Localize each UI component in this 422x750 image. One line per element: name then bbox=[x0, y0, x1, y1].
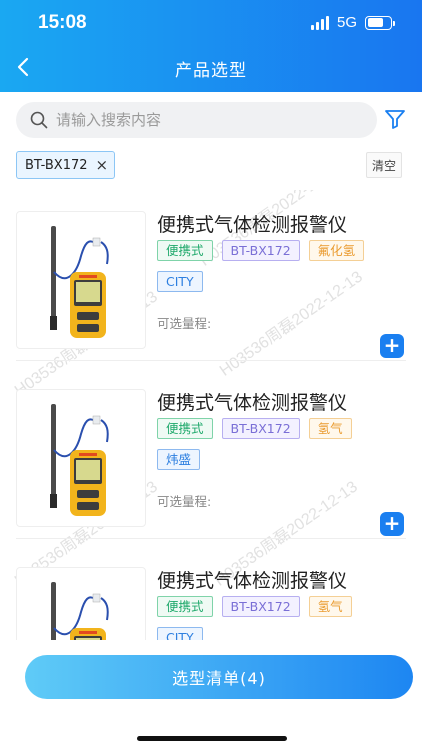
signal-icon bbox=[310, 15, 329, 30]
product-card[interactable]: 便携式气体检测报警仪 便携式 BT-BX172 氟化氢 CITY 可选量程: + bbox=[16, 198, 406, 368]
battery-icon bbox=[365, 15, 395, 30]
product-tag: BT-BX172 bbox=[221, 596, 300, 617]
product-tag: 氟化氢 bbox=[308, 240, 365, 261]
selection-list-button[interactable]: 选型清单(4) bbox=[25, 655, 413, 699]
app-header: 15:08 5G 产品选型 bbox=[0, 0, 422, 92]
gas-detector-image bbox=[50, 404, 109, 516]
card-divider bbox=[16, 360, 406, 361]
product-tag: 氢气 bbox=[308, 596, 352, 617]
card-divider bbox=[16, 538, 406, 539]
product-tag: 氢气 bbox=[308, 418, 352, 439]
clear-button[interactable]: 清空 bbox=[366, 152, 402, 178]
search-icon bbox=[30, 111, 48, 129]
product-title: 便携式气体检测报警仪 bbox=[157, 392, 348, 414]
range-label: 可选量程: bbox=[157, 494, 212, 509]
product-tags: 便携式 BT-BX172 氟化氢 CITY bbox=[157, 240, 387, 292]
status-bar: 15:08 5G bbox=[0, 0, 422, 46]
product-card[interactable]: 便携式气体检测报警仪 便携式 BT-BX172 氢气炜盛 可选量程: + bbox=[16, 376, 406, 546]
product-tag: 便携式 bbox=[157, 240, 213, 261]
home-indicator bbox=[137, 736, 287, 741]
product-list: H03536周磊2022-12-13 H03536周磊2022-12-13 H0… bbox=[0, 190, 422, 650]
filter-icon[interactable] bbox=[383, 107, 407, 131]
network-type: 5G bbox=[336, 14, 357, 31]
product-tag: 便携式 bbox=[157, 418, 213, 439]
search-input[interactable] bbox=[56, 102, 356, 138]
bottom-bar: 选型清单(4) bbox=[0, 640, 422, 750]
product-tags: 便携式 BT-BX172 氢气炜盛 bbox=[157, 418, 387, 470]
page-title: 产品选型 bbox=[175, 61, 247, 81]
gas-detector-image bbox=[50, 226, 109, 338]
product-image bbox=[16, 389, 146, 527]
product-image bbox=[16, 211, 146, 349]
product-tag: BT-BX172 bbox=[221, 240, 300, 261]
filter-chip-label: BT-BX172 bbox=[25, 157, 88, 173]
search-bar[interactable] bbox=[16, 102, 377, 138]
range-label: 可选量程: bbox=[157, 316, 212, 331]
product-card[interactable]: 便携式气体检测报警仪 便携式BT-BX172氢气CITY 可选量程: + bbox=[16, 554, 406, 650]
status-indicators: 5G bbox=[310, 14, 395, 31]
plus-icon[interactable]: + bbox=[380, 512, 404, 536]
product-tag: BT-BX172 bbox=[221, 418, 300, 439]
gas-detector-image bbox=[51, 582, 109, 650]
product-title: 便携式气体检测报警仪 bbox=[157, 214, 348, 236]
plus-icon[interactable]: + bbox=[380, 334, 404, 358]
close-icon[interactable]: × bbox=[96, 157, 109, 173]
product-image bbox=[16, 567, 146, 650]
product-tag: 炜盛 bbox=[157, 449, 201, 470]
product-tag: CITY bbox=[157, 271, 203, 292]
filter-chip: BT-BX172 × bbox=[16, 151, 116, 179]
product-tag: 便携式 bbox=[157, 596, 213, 617]
product-title: 便携式气体检测报警仪 bbox=[157, 570, 348, 592]
status-time: 15:08 bbox=[38, 12, 87, 33]
